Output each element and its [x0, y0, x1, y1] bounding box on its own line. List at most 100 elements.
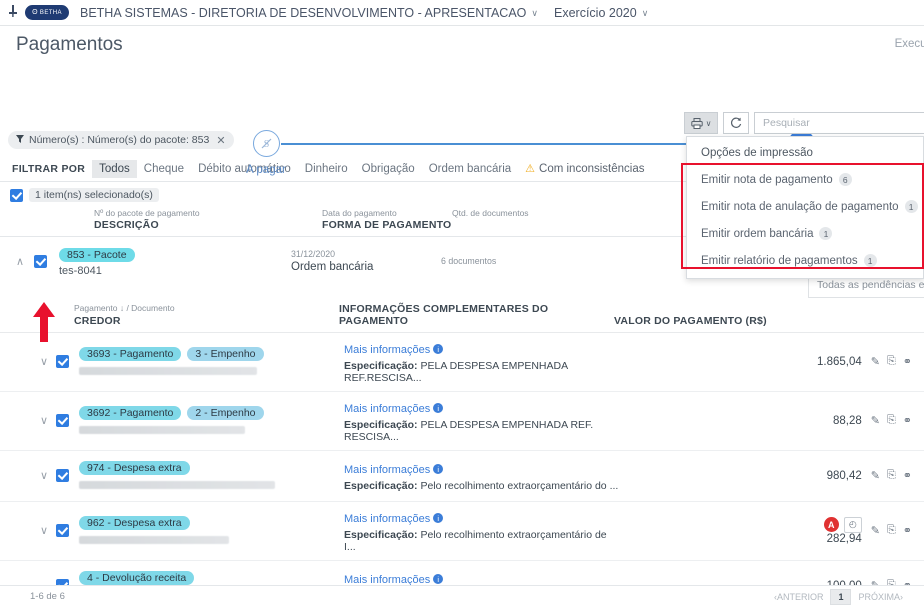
- row-credor-cell: 962 - Despesa extra: [79, 513, 344, 549]
- detail-header-credor-main: CREDOR: [74, 314, 121, 327]
- row-checkbox[interactable]: [56, 355, 69, 369]
- print-options-button[interactable]: ∨: [684, 112, 718, 134]
- menu-item-label: Emitir ordem bancária: [701, 227, 814, 240]
- table-row[interactable]: ∨ 974 - Despesa extra Mais informações i Esp…: [0, 451, 924, 502]
- row-payment-badge: 4 - Devolução receita: [79, 570, 195, 585]
- filter-tab-com-inconsistencias[interactable]: ⚠ Com inconsistências: [518, 159, 651, 178]
- row-credor-name-redacted: [79, 366, 257, 375]
- refresh-button[interactable]: [723, 112, 749, 134]
- row-actions: ✎ ⎘ ⚭: [871, 414, 912, 427]
- info-icon: i: [433, 344, 444, 355]
- package-doc-count: 6 documentos: [441, 256, 497, 267]
- chevron-down-icon[interactable]: ∨: [36, 524, 52, 537]
- chevron-down-icon[interactable]: ∨: [36, 355, 52, 368]
- row-actions: ✎ ⎘ ⚭: [871, 469, 912, 482]
- filter-tab-todos[interactable]: Todos: [92, 159, 137, 178]
- settings-icon[interactable]: ⚭: [903, 469, 912, 482]
- header-col-data-sub: Data do pagamento: [322, 208, 397, 218]
- pin-icon[interactable]: [6, 5, 20, 20]
- detail-table-header: Pagamento ↓ / Documento CREDOR INFORMAÇÕ…: [0, 285, 924, 333]
- table-row[interactable]: ∨ 962 - Despesa extra Mais informações i Esp…: [0, 502, 924, 561]
- mais-informacoes-link[interactable]: Mais informações: [344, 513, 430, 525]
- document-icon[interactable]: ⎘: [887, 524, 896, 537]
- filter-tab-cheque[interactable]: Cheque: [137, 160, 191, 178]
- header-col-descricao-main: DESCRIÇÃO: [94, 219, 159, 232]
- menu-item-emitir-nota-pagamento[interactable]: Emitir nota de pagamento 6: [687, 166, 923, 193]
- filter-tab-ordem-bancaria[interactable]: Ordem bancária: [422, 160, 518, 178]
- execute-button[interactable]: Executar: [895, 38, 924, 50]
- chevron-down-icon[interactable]: ∨: [36, 414, 52, 427]
- row-checkbox[interactable]: [56, 524, 69, 538]
- row-value: 980,42: [826, 469, 862, 482]
- chevron-up-icon[interactable]: ∧: [12, 255, 28, 268]
- filter-tab-obrigacao[interactable]: Obrigação: [355, 160, 422, 178]
- organization-name: BETHA SISTEMAS - DIRETORIA DE DESENVOLVI…: [80, 5, 527, 20]
- menu-item-label: Emitir nota de anulação de pagamento: [701, 200, 899, 213]
- menu-item-count: 1: [904, 200, 918, 213]
- detail-rows-container: ∨ 3693 - Pagamento 3 - Empenho Mais informa…: [0, 333, 924, 607]
- settings-icon[interactable]: ⚭: [903, 524, 912, 537]
- betha-logo[interactable]: ʘ BETHA: [25, 5, 69, 20]
- settings-icon[interactable]: ⚭: [903, 355, 912, 368]
- row-specification: Especificação: Pelo recolhimento extraor…: [344, 529, 619, 553]
- print-options-menu: Opções de impressão Emitir nota de pagam…: [686, 136, 924, 279]
- chevron-down-icon[interactable]: ∨: [36, 469, 52, 482]
- package-payment-form: Ordem bancária: [291, 261, 374, 274]
- exercise-selector[interactable]: Exercício 2020 ∨: [554, 6, 648, 20]
- pagination-page-1[interactable]: 1: [830, 588, 852, 605]
- menu-item-emitir-ordem-bancaria[interactable]: Emitir ordem bancária 1: [687, 220, 923, 247]
- anulacao-badge[interactable]: A: [823, 517, 839, 533]
- mais-informacoes-link[interactable]: Mais informações: [344, 464, 430, 476]
- document-icon[interactable]: ⎘: [887, 355, 896, 368]
- search-input[interactable]: Pesquisar: [754, 112, 924, 134]
- app-root: ʘ BETHA BETHA SISTEMAS - DIRETORIA DE DE…: [0, 0, 924, 607]
- edit-icon[interactable]: ✎: [871, 469, 880, 482]
- document-icon[interactable]: ⎘: [887, 469, 896, 482]
- row-specification-label: Especificação:: [344, 418, 418, 431]
- row-value-cell: 88,28 ✎ ⎘ ⚭: [619, 414, 912, 427]
- svg-text:S: S: [263, 139, 269, 150]
- mais-informacoes-link[interactable]: Mais informações: [344, 344, 430, 356]
- edit-icon[interactable]: ✎: [871, 524, 880, 537]
- filter-chip-numero-pacote[interactable]: Número(s) : Número(s) do pacote: 853 ✕: [8, 131, 234, 149]
- table-row[interactable]: ∨ 3692 - Pagamento 2 - Empenho Mais informa…: [0, 392, 924, 451]
- refresh-icon: [731, 117, 742, 128]
- row-checkbox[interactable]: [56, 469, 69, 483]
- row-info-cell: Mais informações i Especificação: PELA DES…: [344, 399, 619, 443]
- row-info-cell: Mais informações i Especificação: Pelo rec…: [344, 460, 619, 492]
- chevron-down-icon: ∨: [641, 7, 649, 18]
- row-credor-name-redacted: [79, 535, 229, 544]
- print-menu-title: Opções de impressão: [701, 147, 813, 159]
- history-clock-icon[interactable]: ◴: [843, 516, 862, 533]
- page-title: Pagamentos: [16, 34, 123, 55]
- document-icon[interactable]: ⎘: [887, 414, 896, 427]
- organization-selector[interactable]: BETHA SISTEMAS - DIRETORIA DE DESENVOLVI…: [80, 6, 538, 20]
- row-info-cell: Mais informações i Especificação: PELA DES…: [344, 340, 619, 384]
- search-placeholder: Pesquisar: [763, 117, 810, 129]
- edit-icon[interactable]: ✎: [871, 414, 880, 427]
- mais-informacoes-link[interactable]: Mais informações: [344, 403, 430, 415]
- pagination-next-button[interactable]: PRÓXIMA›: [851, 589, 910, 605]
- package-row-description-cell: 853 - Pacote tes-8041: [59, 245, 291, 277]
- menu-item-emitir-nota-anulacao[interactable]: Emitir nota de anulação de pagamento 1: [687, 193, 923, 220]
- row-credor-cell: 974 - Despesa extra: [79, 458, 344, 494]
- package-number-badge: 853 - Pacote: [59, 248, 135, 263]
- row-value-wrap: 1.865,04: [784, 356, 862, 368]
- edit-icon[interactable]: ✎: [871, 355, 880, 368]
- package-payment-date: 31/12/2020: [291, 249, 336, 260]
- funnel-icon: [16, 135, 24, 145]
- settings-icon[interactable]: ⚭: [903, 414, 912, 427]
- row-empenho-badge: 2 - Empenho: [187, 405, 264, 420]
- table-row[interactable]: ∨ 3693 - Pagamento 3 - Empenho Mais informa…: [0, 333, 924, 392]
- menu-item-emitir-relatorio-pagamentos[interactable]: Emitir relatório de pagamentos 1: [687, 247, 923, 274]
- pagination-prev-button[interactable]: ‹ANTERIOR: [767, 589, 831, 605]
- select-all-checkbox[interactable]: [10, 188, 23, 202]
- package-row-checkbox[interactable]: [34, 254, 47, 268]
- row-checkbox[interactable]: [56, 414, 69, 428]
- detail-header-valor-main: VALOR DO PAGAMENTO (R$): [614, 314, 767, 327]
- stepper-step-a-pagar[interactable]: S A pagar: [206, 130, 326, 176]
- row-credor-cell: 3692 - Pagamento 2 - Empenho: [79, 403, 344, 439]
- header-col-qtd-documentos: Qtd. de documentos: [452, 208, 602, 231]
- row-anulacao-badges: A ◴: [784, 516, 862, 533]
- row-payment-badge: 3693 - Pagamento: [79, 346, 182, 361]
